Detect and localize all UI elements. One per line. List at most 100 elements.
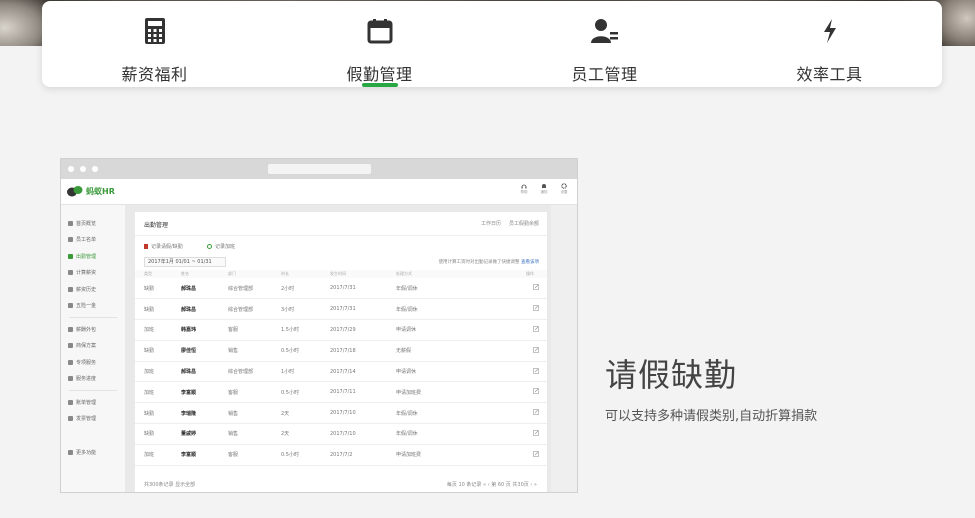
home-icon [68, 303, 73, 309]
sidebar-item-active[interactable]: 出勤管理 [61, 248, 125, 265]
sidebar-item[interactable]: 服务进度 [61, 371, 125, 388]
col-type[interactable]: 类型 [135, 270, 172, 278]
edit-icon[interactable] [517, 444, 547, 466]
lightning-icon [816, 15, 844, 47]
cell-type: 加班 [135, 381, 172, 404]
sidebar-item[interactable]: 五险一金 [61, 298, 125, 315]
cell-dept: 销售 [219, 423, 272, 445]
pagination[interactable]: 每页 10 条记录 « ‹ 第 60 页 共30页 › » [447, 481, 537, 488]
tip-message: 使用计算工资时对出勤记录做了快捷调整 [438, 260, 520, 265]
tab-label: 效率工具 [796, 65, 863, 84]
edit-icon[interactable] [517, 361, 547, 383]
sidebar-item-label: 计算薪资 [76, 270, 97, 277]
edit-icon[interactable] [517, 381, 547, 404]
cell-duration: 2天 [272, 423, 321, 445]
table-row[interactable]: 加班 韩嘉玮 客服 1.5小时 2017/7/29 申请调休 [135, 319, 547, 341]
sidebar-item-label: 出勤管理 [76, 253, 97, 260]
sidebar-item[interactable]: 首页概览 [61, 215, 125, 232]
cell-type: 加班 [135, 319, 172, 341]
col-dept[interactable]: 部门 [219, 270, 272, 278]
mock-window-titlebar [61, 159, 577, 179]
tab-salary[interactable]: 薪资福利 [42, 1, 267, 87]
col-handling[interactable]: 处理方式 [387, 270, 517, 278]
sidebar-item[interactable]: 专项服务 [61, 354, 125, 371]
tab-label: 员工管理 [571, 65, 638, 84]
edit-icon[interactable] [517, 319, 547, 341]
table-row[interactable]: 加班 李富顺 客服 0.5小时 2017/7/11 申请加班费 [135, 381, 547, 404]
table-row[interactable]: 缺勤 郝珠昌 综合管理部 2小时 2017/7/31 年假/调休 [135, 278, 547, 300]
cell-duration: 0.5小时 [272, 381, 321, 404]
leave-balance-link[interactable]: 员工假勤余额 [509, 220, 539, 227]
table-row[interactable]: 缺勤 李瑞隆 销售 2天 2017/7/10 年假/调休 [135, 402, 547, 425]
record-overtime-button[interactable]: 记录加班 [207, 243, 235, 250]
edit-icon[interactable] [517, 402, 547, 425]
tab-label: 薪资福利 [121, 65, 188, 84]
edit-icon[interactable] [517, 278, 547, 300]
cell-name: 李瑞隆 [172, 402, 219, 425]
heart-icon [68, 359, 73, 365]
cell-dept: 销售 [219, 402, 272, 425]
mock-body: 首页概览 员工名单 出勤管理 计算薪资 薪资历史 五险一金 薪酬外包 商保方案 … [61, 205, 577, 492]
cell-dept: 客服 [219, 319, 272, 341]
table-row[interactable]: 加班 郝珠昌 综合管理部 1小时 2017/7/14 申请调休 [135, 361, 547, 383]
sidebar-item[interactable]: 更多功能 [61, 444, 125, 461]
window-dot [92, 166, 98, 172]
bell-icon [542, 184, 546, 188]
tab-attendance[interactable]: 假勤管理 [267, 1, 492, 87]
mock-help-label: 帮助 [520, 190, 528, 194]
table-row[interactable]: 缺勤 廖佳恒 销售 0.5小时 2017/7/18 无薪假 [135, 340, 547, 362]
tab-tools[interactable]: 效率工具 [717, 1, 942, 87]
sidebar-item[interactable]: 员工名单 [61, 232, 125, 249]
cell-date: 2017/7/29 [321, 319, 387, 341]
sidebar-item[interactable]: 商保方案 [61, 338, 125, 355]
gear-icon [561, 183, 567, 189]
grid-icon [68, 449, 73, 455]
mock-settings-label: 设置 [560, 190, 568, 194]
sidebar-item-label: 薪酬外包 [76, 326, 97, 333]
mock-help-button[interactable]: 帮助 [517, 183, 531, 195]
cell-type: 加班 [135, 361, 172, 383]
window-dot [80, 166, 86, 172]
cell-type: 缺勤 [135, 298, 172, 321]
table-row[interactable]: 缺勤 董戚婷 销售 2天 2017/7/10 年假/调休 [135, 423, 547, 445]
col-date[interactable]: 发生时间 [321, 270, 387, 278]
mock-notify-button[interactable]: 通知 [537, 183, 551, 195]
mock-notify-label: 通知 [540, 190, 548, 194]
cell-name: 李富顺 [172, 381, 219, 404]
sidebar-item[interactable]: 计算薪资 [61, 265, 125, 282]
col-name[interactable]: 姓名 [172, 270, 219, 278]
cell-duration: 2天 [272, 402, 321, 425]
col-duration[interactable]: 时长 [272, 270, 321, 278]
leave-icon [144, 244, 148, 249]
sidebar-item[interactable]: 薪酬外包 [61, 321, 125, 338]
sidebar-item[interactable]: 账单管理 [61, 394, 125, 411]
sidebar-item-label: 首页概览 [76, 220, 97, 227]
table-row[interactable]: 缺勤 郝珠昌 综合管理部 3小时 2017/7/31 年假/调休 [135, 298, 547, 321]
sidebar-item[interactable]: 发票管理 [61, 411, 125, 428]
cell-name: 李富顺 [172, 444, 219, 466]
edit-icon[interactable] [517, 340, 547, 362]
sidebar-item-label: 薪资历史 [76, 286, 97, 293]
feature-title: 请假缺勤 [605, 356, 738, 394]
window-dot [68, 166, 74, 172]
mock-settings-button[interactable]: 设置 [557, 183, 571, 195]
cell-dept: 综合管理部 [219, 298, 272, 321]
cell-type: 缺勤 [135, 423, 172, 445]
panel-title: 出勤管理 [144, 222, 169, 229]
sidebar-item[interactable]: 薪资历史 [61, 281, 125, 298]
date-range-picker[interactable]: 2017年1月 01/01 ~ 01/31 [144, 257, 226, 267]
cell-dept: 综合管理部 [219, 278, 272, 300]
record-leave-button[interactable]: 记录请假/缺勤 [144, 243, 183, 250]
table-row[interactable]: 加班 李富顺 客服 0.5小时 2017/7/2 申请加班费 [135, 444, 547, 466]
chart-icon [68, 220, 73, 226]
tab-employees[interactable]: 员工管理 [492, 1, 717, 87]
folder-icon [68, 286, 73, 292]
cell-handling: 申请调休 [387, 361, 517, 383]
hero-photo-left [0, 0, 48, 46]
tip-text: 使用计算工资时对出勤记录做了快捷调整 查看该项 [439, 259, 539, 265]
edit-icon[interactable] [517, 423, 547, 445]
cell-date: 2017/7/10 [321, 423, 387, 445]
edit-icon[interactable] [517, 298, 547, 321]
work-calendar-link[interactable]: 工作日历 [481, 220, 501, 227]
tip-link[interactable]: 查看该项 [521, 260, 539, 265]
